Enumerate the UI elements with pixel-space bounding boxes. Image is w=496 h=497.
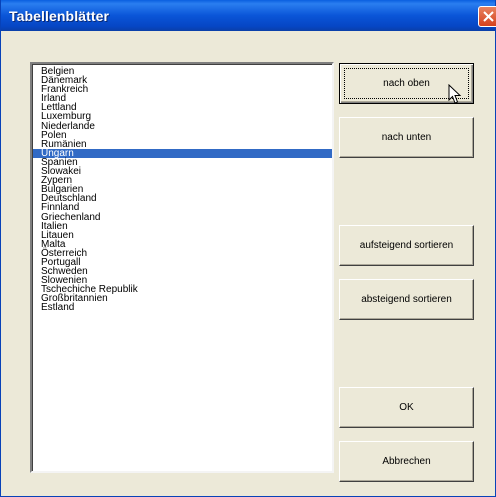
sort-descending-button[interactable]: absteigend sortieren [339,279,474,320]
close-icon [483,11,494,22]
move-down-label: nach unten [381,132,432,143]
sort-descending-label: absteigend sortieren [361,294,452,305]
move-down-button[interactable]: nach unten [339,117,474,158]
list-item[interactable]: Slowakei [33,166,332,176]
close-button[interactable] [478,6,496,27]
list-item[interactable]: Niederlande [33,121,332,131]
cancel-button[interactable]: Abbrechen [339,441,474,482]
sheet-listbox[interactable]: Belgien Dänemark Frankreich Irland Lettland L… [30,62,334,473]
ok-button[interactable]: OK [339,387,474,428]
list-item[interactable]: Griechenland [33,212,332,222]
list-item[interactable]: Rumänien [33,139,332,149]
window-title: Tabellenblätter [9,8,110,24]
ok-label: OK [399,402,414,413]
list-item[interactable]: Großbritannien [33,294,332,304]
sheet-list: Belgien Dänemark Frankreich Irland Lettland L… [32,64,332,471]
cancel-label: Abbrechen [382,456,431,467]
list-item[interactable]: Estland [33,303,332,313]
list-item[interactable]: Ungarn [33,148,332,158]
list-item[interactable]: Frankreich [33,85,332,95]
mouse-cursor-icon [448,84,462,104]
sort-ascending-label: aufsteigend sortieren [359,240,454,251]
list-item[interactable]: Litauen [33,230,332,240]
dialog-window: Tabellenblätter Belgien Dänemark Frankreic… [0,0,496,497]
list-item[interactable]: Irland [33,94,332,104]
title-bar[interactable]: Tabellenblätter [1,0,496,31]
sort-ascending-button[interactable]: aufsteigend sortieren [339,225,474,266]
list-item[interactable]: Italien [33,221,332,231]
